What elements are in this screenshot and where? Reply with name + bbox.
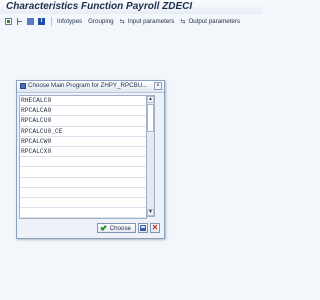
cancel-icon: ✕: [151, 223, 159, 232]
checkmark-icon: [101, 225, 108, 231]
toolbar-divider: [51, 16, 52, 26]
cancel-button[interactable]: ✕: [150, 223, 160, 233]
list-item[interactable]: RHECALC0: [20, 96, 146, 107]
toolbar-input-parameters-button[interactable]: ⇆ Input parameters: [120, 18, 175, 25]
window-title: Characteristics Function Payroll ZDECI: [6, 1, 193, 12]
list-item[interactable]: [20, 167, 146, 178]
input-parameters-icon: ⇆: [119, 18, 125, 25]
list-item[interactable]: [20, 198, 146, 209]
application-toolbar: i Infotypes Grouping ⇆ Input parameters …: [0, 15, 268, 27]
document-icon[interactable]: [27, 17, 34, 25]
choose-main-program-dialog: Choose Main Program for ZHPY_RPCBU... × …: [16, 80, 165, 239]
toolbar-infotypes-label: Infotypes: [57, 17, 83, 25]
scroll-thumb[interactable]: [147, 104, 154, 132]
toolbar-infotypes-button[interactable]: Infotypes: [57, 18, 82, 25]
choose-button-label: Choose: [109, 224, 131, 232]
list-item[interactable]: [20, 178, 146, 188]
structure-icon[interactable]: [16, 17, 23, 25]
save-icon: [140, 225, 146, 231]
dialog-header: Choose Main Program for ZHPY_RPCBU... ×: [17, 81, 164, 93]
dialog-button-row: Choose ✕: [17, 222, 164, 234]
list-item[interactable]: [20, 157, 146, 168]
execute-icon[interactable]: [5, 17, 12, 25]
scroll-up-icon[interactable]: ▲: [147, 96, 154, 103]
toolbar-grouping-button[interactable]: Grouping: [88, 18, 113, 25]
list-item[interactable]: RPCALCX0: [20, 147, 146, 158]
title-bar: Characteristics Function Payroll ZDECI: [0, 0, 263, 14]
output-parameters-icon: ⇆: [180, 18, 186, 25]
toolbar-grouping-label: Grouping: [88, 17, 114, 25]
toolbar-output-parameters-label: Output parameters: [188, 17, 241, 25]
list-item[interactable]: [20, 188, 146, 198]
list-item[interactable]: RPCALCW0: [20, 137, 146, 147]
list-scrollbar[interactable]: ▲ ▼: [146, 95, 155, 217]
list-item[interactable]: RPCALCU0_CE: [20, 127, 146, 137]
list-item[interactable]: RPCALCU0: [20, 116, 146, 127]
program-list: RHECALC0 RPCALCA0 RPCALCU0 RPCALCU0_CE R…: [19, 95, 147, 219]
dialog-app-icon: [20, 83, 26, 89]
toolbar-input-parameters-label: Input parameters: [127, 17, 175, 25]
dialog-title: Choose Main Program for ZHPY_RPCBU...: [28, 82, 148, 89]
toolbar-output-parameters-button[interactable]: ⇆ Output parameters: [180, 18, 240, 25]
save-button[interactable]: [138, 223, 148, 233]
scroll-down-icon[interactable]: ▼: [147, 209, 154, 216]
dialog-close-icon[interactable]: ×: [154, 82, 162, 90]
list-item[interactable]: RPCALCA0: [20, 106, 146, 117]
list-item[interactable]: [20, 208, 146, 218]
info-icon[interactable]: i: [38, 17, 45, 25]
choose-button[interactable]: Choose: [96, 223, 136, 233]
